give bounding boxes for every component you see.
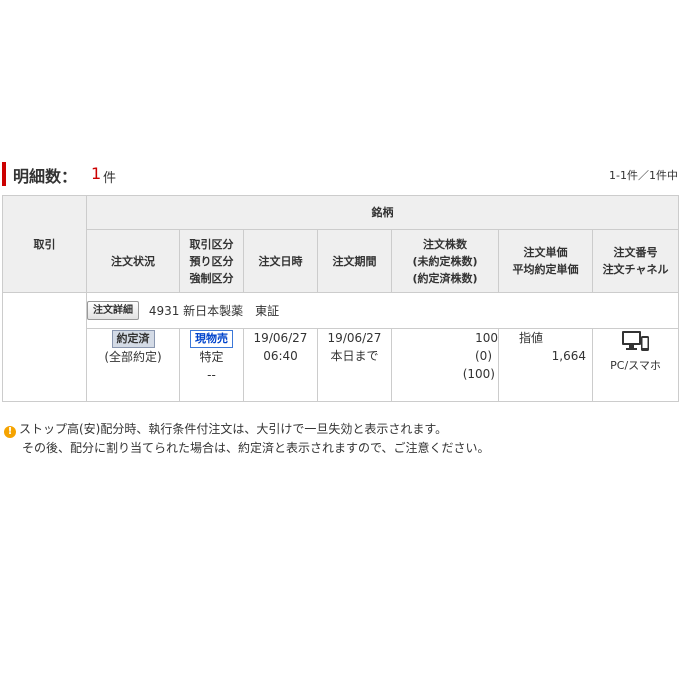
title-accent-bar: [2, 162, 6, 186]
order-qty-cell: 100 (0) (100): [391, 328, 499, 402]
pc-smartphone-icon: [621, 331, 651, 356]
order-time: 06:40: [263, 349, 298, 363]
order-detail-button[interactable]: 注文詳細: [87, 301, 139, 320]
header-avg-price-line: 平均約定単価: [512, 263, 579, 276]
header-meigara: 銘柄: [85, 195, 680, 230]
header-trade-type: 取引区分 預り区分 強制区分: [179, 229, 244, 293]
order-qty: 100: [475, 331, 498, 345]
header-order-status: 注文状況: [86, 229, 180, 293]
executed-qty: (100): [462, 367, 495, 381]
header-order-number: 注文番号 注文チャネル: [591, 229, 680, 293]
header-order-period: 注文期間: [317, 229, 392, 293]
avg-price-value: 1,664: [551, 349, 586, 363]
forced-type: --: [207, 368, 216, 382]
order-datetime-cell: 19/06/27 06:40: [243, 328, 318, 402]
trade-type-badge: 現物売: [190, 330, 233, 348]
detail-count-label: 明細数：: [13, 167, 78, 186]
order-period-cell: 19/06/27 本日まで: [317, 328, 392, 402]
list-header: 明細数： 1 件 1-1件／1件中: [2, 162, 678, 188]
header-channel-line: 注文チャネル: [602, 263, 669, 276]
unexecuted-qty: (0): [475, 349, 492, 363]
order-date: 19/06/27: [253, 331, 308, 345]
meigara-name: 4931 新日本製薬 東証: [148, 304, 280, 318]
order-channel-cell: PC/スマホ: [591, 328, 680, 402]
paging-info: 1-1件／1件中: [609, 169, 678, 182]
period-date: 19/06/27: [327, 331, 382, 345]
notice-line-1: ! ストップ高(安)配分時、執行条件付注文は、大引けで一旦失効と表示されます。: [4, 420, 490, 439]
notice-text-2: その後、配分に割り当てられた場合は、約定済と表示されますので、ご注意ください。: [22, 441, 490, 455]
table-row: 約定済 (全部約定) 現物売 特定 -- 19/06/27 06:40 19/0…: [3, 328, 680, 402]
status-badge: 約定済: [111, 330, 155, 348]
order-status-cell: 約定済 (全部約定): [86, 328, 180, 402]
notice-text-1: ストップ高(安)配分時、執行条件付注文は、大引けで一旦失効と表示されます。: [19, 422, 448, 436]
header-price-line: 注文単価: [523, 246, 568, 259]
price-type: 指値: [519, 331, 544, 345]
detail-count-unit: 件: [103, 171, 117, 186]
warning-icon: !: [4, 426, 16, 438]
table-row: 注文詳細 4931 新日本製薬 東証: [2, 292, 680, 402]
header-number-line: 注文番号: [613, 246, 658, 259]
header-custody-type-line: 預り区分: [189, 254, 234, 268]
status-sub: (全部約定): [104, 350, 162, 364]
header-trade-type-line: 取引区分: [189, 237, 234, 251]
order-table: 取引 銘柄 注文状況 取引区分 預り区分 強制区分 注文日時 注文期間 注文株数…: [2, 195, 680, 402]
period-label: 本日まで: [330, 349, 379, 363]
detail-count-value: 1: [91, 164, 102, 183]
order-channel: PC/スマホ: [610, 359, 661, 372]
header-order-price: 注文単価 平均約定単価: [498, 229, 593, 293]
torihiki-cell: [2, 292, 87, 402]
header-qty-line: 注文株数: [423, 237, 467, 251]
header-unexecuted-line: (未約定株数): [412, 254, 478, 268]
trade-type-cell: 現物売 特定 --: [179, 328, 244, 402]
header-forced-type-line: 強制区分: [189, 271, 234, 285]
header-torihiki: 取引: [2, 195, 87, 293]
header-executed-line: (約定済株数): [412, 271, 478, 285]
notice: ! ストップ高(安)配分時、執行条件付注文は、大引けで一旦失効と表示されます。 そ…: [4, 420, 490, 458]
meigara-cell: 注文詳細 4931 新日本製薬 東証: [85, 292, 680, 329]
account-type: 特定: [199, 350, 224, 364]
order-price-cell: 指値 1,664: [498, 328, 593, 402]
header-order-datetime: 注文日時: [243, 229, 318, 293]
header-order-qty: 注文株数 (未約定株数) (約定済株数): [391, 229, 499, 293]
